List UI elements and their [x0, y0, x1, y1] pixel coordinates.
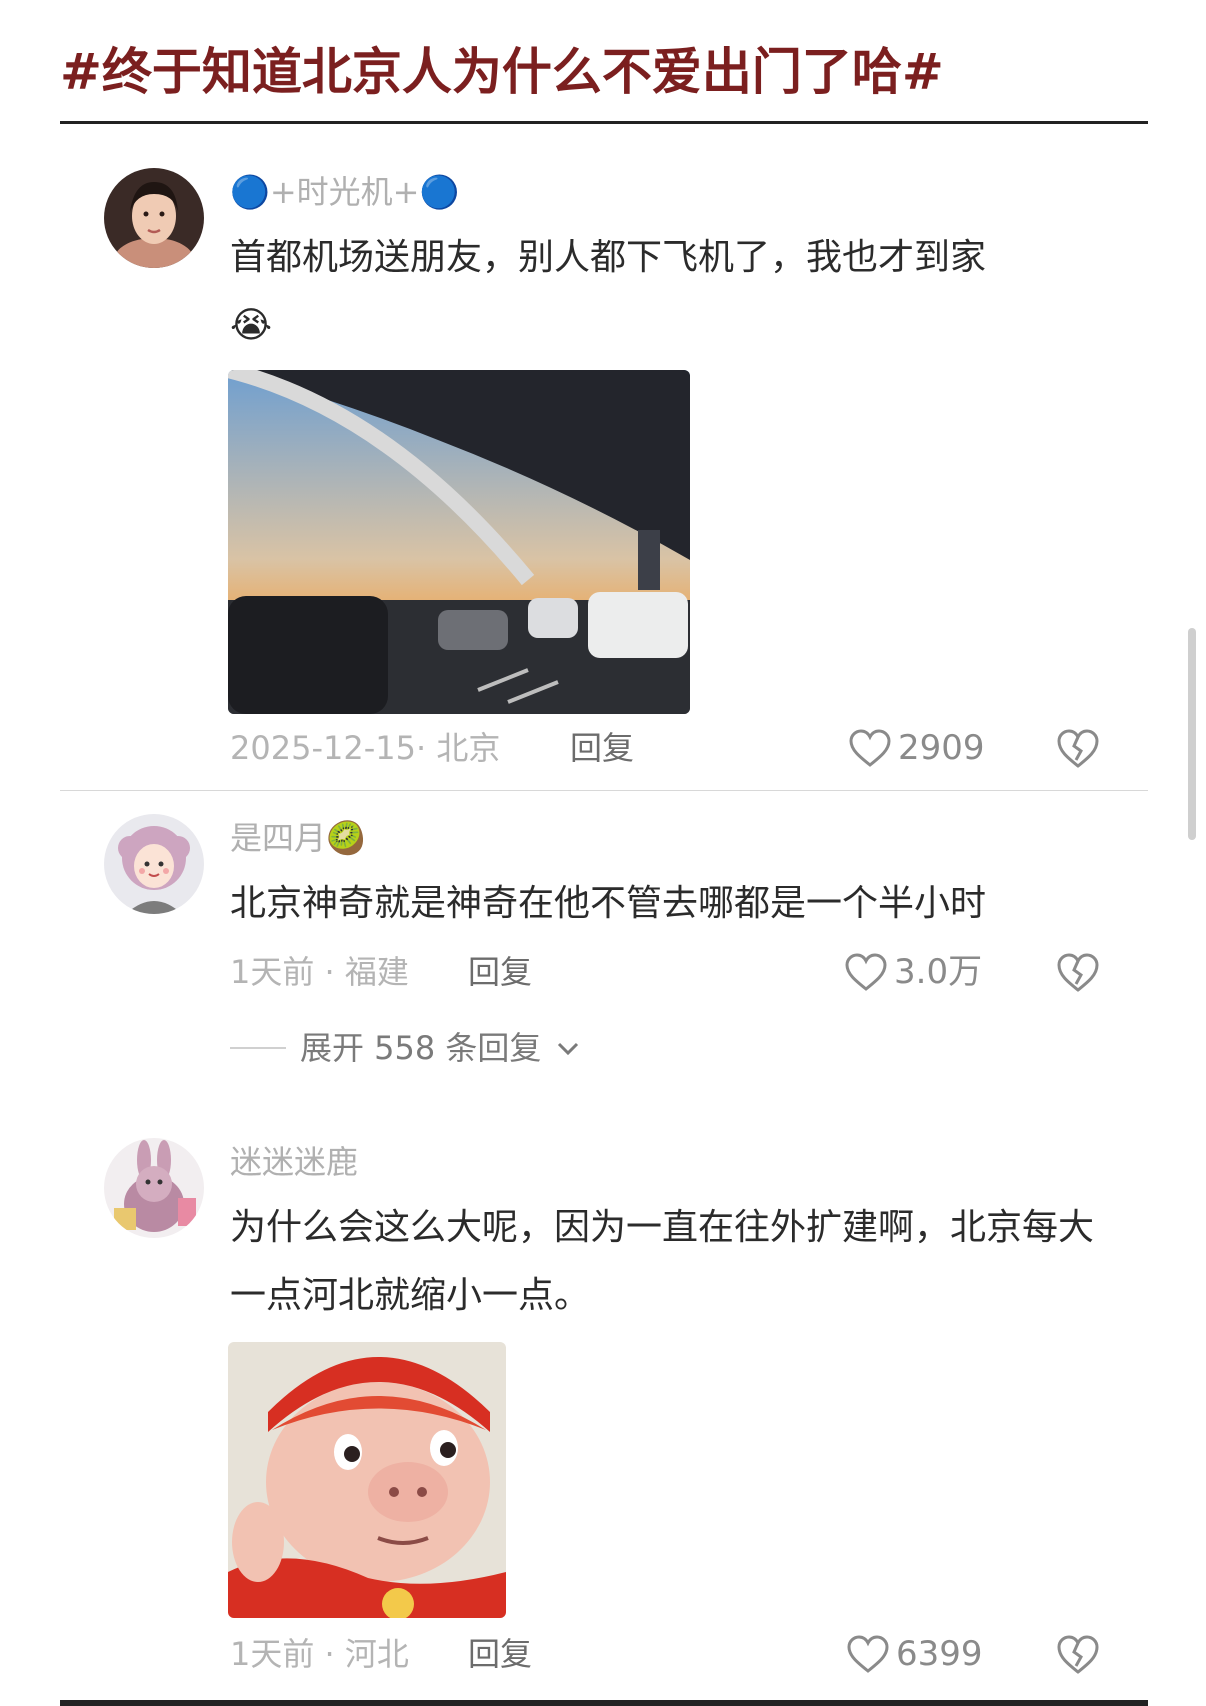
comment-text: 北京神奇就是神奇在他不管去哪都是一个半小时: [230, 883, 987, 924]
reply-button[interactable]: 回复: [570, 728, 634, 768]
dislike-button[interactable]: [1056, 1632, 1100, 1676]
broken-heart-icon: [1057, 1635, 1099, 1674]
like-count: 3.0万: [894, 952, 983, 992]
comment-username[interactable]: 🔵+时光机+🔵: [230, 172, 459, 212]
avatar[interactable]: [104, 1138, 204, 1238]
broken-heart-icon: [1057, 953, 1099, 992]
comment-divider: [60, 790, 1148, 791]
comment-date-location: 1天前 · 福建: [230, 953, 409, 991]
avatar[interactable]: [104, 168, 204, 268]
comment-date-location: 1天前 · 河北: [230, 1635, 409, 1673]
avatar[interactable]: [104, 814, 204, 914]
like-count: 6399: [896, 1634, 983, 1674]
scrollbar[interactable]: [1188, 628, 1196, 840]
title-divider: [60, 121, 1148, 124]
comment-image-airport[interactable]: [228, 370, 690, 714]
comment-text: 首都机场送朋友，别人都下飞机了，我也才到家 😭: [230, 224, 1100, 360]
like-button[interactable]: 2909: [848, 728, 985, 768]
comment-username[interactable]: 是四月🥝: [230, 818, 366, 858]
expand-replies-button[interactable]: 展开 558 条回复: [230, 1028, 581, 1068]
page-title: #终于知道北京人为什么不爱出门了哈#: [60, 43, 944, 101]
comment-username[interactable]: 迷迷迷鹿: [230, 1142, 358, 1182]
chevron-down-icon: [558, 1042, 579, 1056]
comment-image-sticker[interactable]: [228, 1342, 506, 1618]
reply-button[interactable]: 回复: [468, 1634, 532, 1674]
expand-replies-label: 展开 558 条回复: [300, 1029, 542, 1067]
heart-outline-icon: [845, 953, 887, 991]
reply-button[interactable]: 回复: [468, 952, 532, 992]
broken-heart-icon: [1057, 729, 1099, 768]
like-button[interactable]: 6399: [846, 1634, 983, 1674]
comment-date-location: 2025-12-15· 北京: [230, 729, 501, 767]
like-button[interactable]: 3.0万: [844, 952, 982, 992]
bottom-divider: [60, 1700, 1148, 1706]
expand-line: [230, 1047, 286, 1049]
like-count: 2909: [898, 728, 985, 768]
crying-emoji: 😭: [230, 305, 273, 346]
comment-text: 为什么会这么大呢，因为一直在往外扩建啊，北京每大一点河北就缩小一点。: [230, 1207, 1095, 1316]
comment-text-body: 首都机场送朋友，别人都下飞机了，我也才到家: [230, 237, 987, 278]
heart-outline-icon: [847, 1635, 889, 1673]
dislike-button[interactable]: [1056, 726, 1100, 770]
dislike-button[interactable]: [1056, 950, 1100, 994]
heart-outline-icon: [849, 729, 891, 767]
